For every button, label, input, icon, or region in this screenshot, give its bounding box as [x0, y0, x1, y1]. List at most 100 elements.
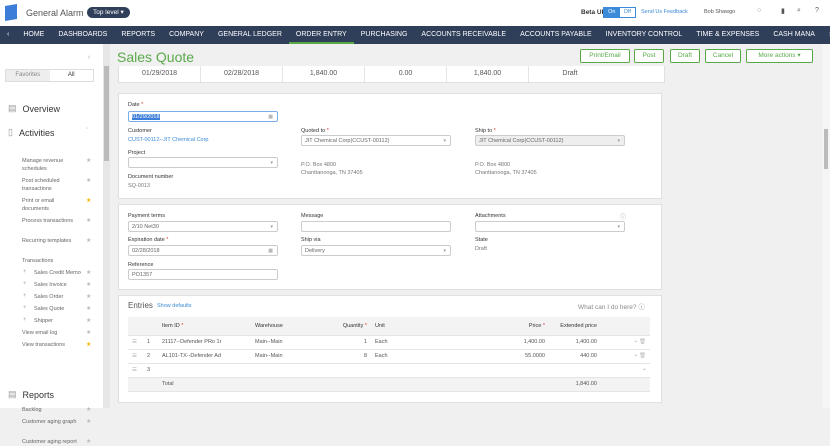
user-menu[interactable]: Bob Shawgo [704, 9, 735, 15]
favorite-star-icon[interactable]: ★ [86, 317, 91, 324]
add-icon[interactable]: + [23, 281, 27, 287]
tab-favorites[interactable]: Favorites [6, 70, 50, 81]
sidebar-item[interactable]: Customer aging report [22, 438, 82, 446]
nav-accounts-payable[interactable]: ACCOUNTS PAYABLE [513, 26, 599, 44]
page-scroll-thumb[interactable] [824, 129, 828, 169]
item-id-cell[interactable]: AL101-TX--Defender Ad [158, 349, 251, 364]
help-link[interactable]: What can I do here? ⓘ [578, 301, 645, 311]
nav-home[interactable]: HOME [16, 26, 51, 44]
attachments-input[interactable]: ▾ [475, 221, 625, 232]
table-row[interactable]: ☰ 1 21117--Defender PRo 1r Main--Main 1 Each 1… [128, 335, 650, 350]
item-id-cell[interactable]: 21117--Defender PRo 1r [158, 335, 251, 350]
sidebar-item[interactable]: Recurring templates [22, 237, 82, 245]
collapse-sidebar-icon[interactable]: ‹ [88, 54, 90, 61]
nav-prev-icon[interactable]: ‹ [0, 26, 16, 44]
reference-input[interactable]: PO1357 [128, 269, 278, 280]
nav-company[interactable]: COMPANY [162, 26, 211, 44]
help-icon[interactable]: ? [815, 7, 819, 14]
nav-accounts-receivable[interactable]: ACCOUNTS RECEIVABLE [414, 26, 513, 44]
chat-icon[interactable]: ○ [757, 7, 761, 14]
nav-next-icon[interactable]: › [822, 26, 830, 44]
nav-cash-management[interactable]: CASH MANA [766, 26, 822, 44]
draft-button[interactable]: Draft [670, 49, 700, 63]
sidebar-item[interactable]: Post scheduled transactions [22, 177, 82, 193]
delete-row-icon[interactable]: 🗑 [639, 339, 646, 345]
add-icon[interactable]: + [23, 293, 27, 299]
ship-via-select[interactable]: Delivery ▾ [301, 245, 451, 256]
item-id-cell[interactable] [158, 363, 251, 378]
table-row[interactable]: ☰ 2 AL101-TX--Defender Ad Main--Main 8 Each 55… [128, 349, 650, 364]
sidebar-item[interactable]: Sales Order [34, 293, 82, 301]
beta-toggle[interactable]: On Off [603, 7, 636, 18]
favorite-star-icon[interactable]: ★ [86, 341, 91, 348]
entity-selector[interactable]: Top level ▾ [87, 7, 130, 18]
sidebar-item[interactable]: View email log [22, 329, 82, 337]
help-circle-icon[interactable]: ⓘ [620, 212, 626, 221]
more-actions-button[interactable]: More actions ▾ [746, 49, 813, 63]
show-defaults-link[interactable]: Show defaults [157, 303, 192, 309]
favorite-star-icon[interactable]: ★ [86, 281, 91, 288]
sidebar-item[interactable]: Sales Quote [34, 305, 82, 313]
favorite-star-icon[interactable]: ★ [86, 269, 91, 276]
sidebar-item[interactable]: Print or email documents [22, 197, 82, 213]
sidebar-item[interactable]: Manage revenue schedules [22, 157, 82, 173]
nav-order-entry[interactable]: ORDER ENTRY [288, 26, 354, 44]
section-activities[interactable]: ▯ Activities [8, 127, 54, 138]
add-icon[interactable]: + [23, 317, 27, 323]
calendar-icon[interactable]: ▦ [268, 114, 273, 120]
quantity-cell[interactable] [333, 363, 371, 378]
add-icon[interactable]: + [23, 305, 27, 311]
nav-dashboards[interactable]: DASHBOARDS [51, 26, 114, 44]
favorite-star-icon[interactable]: ★ [86, 293, 91, 300]
favorite-star-icon[interactable]: ★ [86, 329, 91, 336]
sidebar-item[interactable]: Backlog [22, 406, 82, 414]
favorite-star-icon[interactable]: ★ [86, 237, 91, 244]
expiration-date-input[interactable]: 02/28/2018 ▦ [128, 245, 278, 256]
payment-terms-select[interactable]: 2/10 Net30 ▾ [128, 221, 278, 232]
scroll-thumb[interactable] [104, 66, 109, 161]
project-select[interactable]: ▾ [128, 157, 278, 168]
warehouse-cell[interactable]: Main--Main [251, 349, 333, 364]
feedback-link[interactable]: Send Us Feedback [641, 9, 688, 15]
unit-cell[interactable]: Each [371, 349, 459, 364]
warehouse-cell[interactable]: Main--Main [251, 335, 333, 350]
quantity-cell[interactable]: 1 [333, 335, 371, 350]
table-row[interactable]: ☰ 3 + [128, 363, 650, 378]
unit-cell[interactable] [371, 363, 459, 378]
favorite-star-icon[interactable]: ★ [86, 217, 91, 224]
sidebar-item[interactable]: View transactions [22, 341, 82, 349]
page-scrollbar[interactable] [822, 44, 830, 408]
unit-cell[interactable]: Each [371, 335, 459, 350]
favorite-star-icon[interactable]: ★ [86, 157, 91, 164]
search-icon[interactable]: ⌕ [797, 7, 801, 15]
delete-row-icon[interactable]: 🗑 [639, 353, 646, 359]
beta-off[interactable]: Off [620, 8, 636, 17]
calendar-icon[interactable]: ▦ [268, 248, 273, 254]
favorite-star-icon[interactable]: ★ [86, 438, 91, 445]
sidebar-item[interactable]: Sales Invoice [34, 281, 82, 289]
sidebar-item[interactable]: Process transactions [22, 217, 82, 225]
tab-all[interactable]: All [50, 70, 94, 81]
favorite-star-icon[interactable]: ★ [86, 177, 91, 184]
favorite-star-icon[interactable]: ★ [86, 406, 91, 413]
quoted-to-select[interactable]: JIT Chemical Corp(CCUST-00112) ▾ [301, 135, 451, 146]
cancel-button[interactable]: Cancel [705, 49, 741, 63]
price-cell[interactable] [459, 363, 549, 378]
ship-to-select[interactable]: JIT Chemical Corp(CCUST-00112) ▾ [475, 135, 625, 146]
sidebar-transactions-group[interactable]: Transactions [22, 257, 94, 265]
sidebar-item[interactable]: Customer aging graph [22, 418, 82, 426]
price-cell[interactable]: 55.0000 [459, 349, 549, 364]
nav-inventory-control[interactable]: INVENTORY CONTROL [599, 26, 690, 44]
bookmark-icon[interactable]: ▮ [781, 7, 785, 15]
add-row-icon[interactable]: + [634, 353, 637, 359]
beta-on[interactable]: On [604, 8, 620, 17]
drag-handle-icon[interactable]: ☰ [128, 363, 143, 378]
sidebar-item[interactable]: Sales Credit Memo [34, 269, 82, 277]
sidebar-item[interactable]: Shipper [34, 317, 82, 325]
favorite-star-icon[interactable]: ★ [86, 418, 91, 425]
customer-link[interactable]: CUST-00112--JIT Chemical Corp [128, 136, 209, 144]
add-row-icon[interactable]: + [634, 339, 637, 345]
add-row-icon[interactable]: + [643, 367, 646, 373]
add-icon[interactable]: + [23, 269, 27, 275]
warehouse-cell[interactable] [251, 363, 333, 378]
